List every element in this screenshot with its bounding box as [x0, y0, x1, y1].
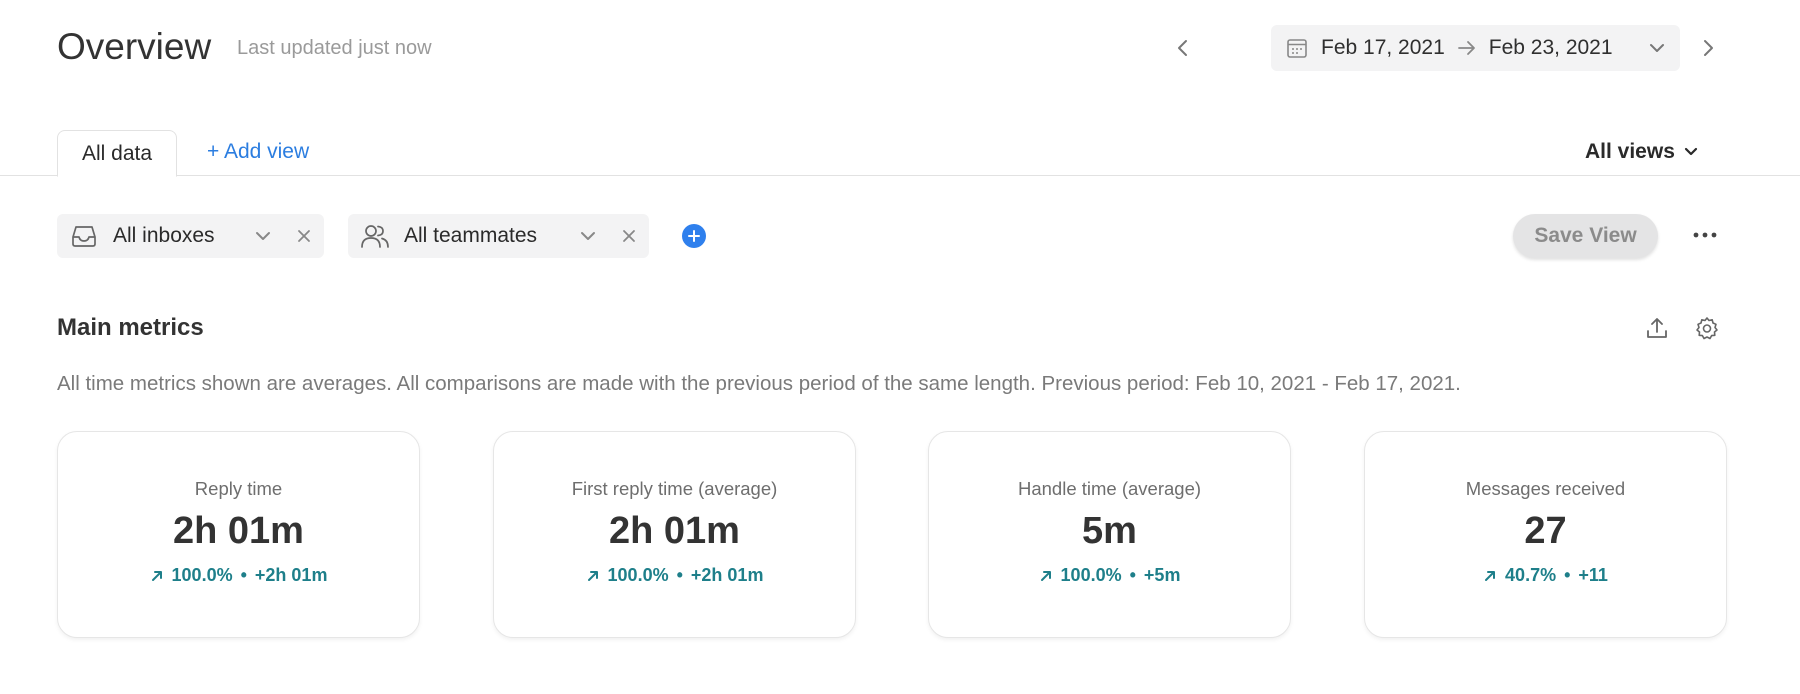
users-icon	[360, 223, 390, 249]
more-options-button[interactable]	[1690, 222, 1720, 248]
metric-separator: •	[1129, 565, 1136, 585]
metric-value: 27	[1524, 510, 1567, 552]
metric-title: Handle time (average)	[1017, 478, 1202, 499]
arrow-right-icon	[1457, 39, 1477, 57]
metric-separator: •	[240, 565, 247, 585]
date-start: Feb 17, 2021	[1321, 36, 1445, 59]
metric-value: 2h 01m	[173, 510, 304, 552]
chevron-down-icon	[1648, 42, 1666, 54]
chevron-down-icon[interactable]	[254, 230, 272, 242]
metric-percent: 100.0%	[171, 565, 233, 585]
metric-card-first-reply-time[interactable]: First reply time (average) 2h 01m 100.0%…	[493, 431, 856, 638]
section-title: Main metrics	[57, 314, 204, 341]
all-views-dropdown[interactable]: All views	[1585, 140, 1699, 164]
metric-value: 5m	[1082, 510, 1137, 552]
export-button[interactable]	[1643, 314, 1671, 342]
metric-percent: 100.0%	[1060, 565, 1122, 585]
metric-percent: 40.7%	[1505, 565, 1557, 585]
date-range-picker[interactable]: Feb 17, 2021 Feb 23, 2021	[1271, 25, 1680, 71]
metric-separator: •	[676, 565, 683, 585]
teammates-filter-label: All teammates	[404, 224, 538, 247]
date-end: Feb 23, 2021	[1488, 36, 1613, 59]
settings-button[interactable]	[1693, 314, 1721, 342]
metric-delta: +2h 01m	[254, 565, 328, 585]
metric-cards: Reply time 2h 01m 100.0% • +2h 01m First…	[57, 431, 1727, 638]
metric-title: First reply time (average)	[571, 478, 778, 499]
more-horizontal-icon	[1693, 232, 1717, 238]
chevron-down-icon	[1684, 147, 1697, 156]
metric-title: Messages received	[1465, 478, 1626, 499]
next-period-button[interactable]	[1693, 30, 1723, 66]
metric-change: 100.0% • +2h 01m	[494, 565, 855, 586]
previous-period-button[interactable]	[1168, 30, 1198, 66]
metric-value: 2h 01m	[609, 510, 740, 552]
metric-card-messages-received[interactable]: Messages received 27 40.7% • +11	[1364, 431, 1727, 638]
inboxes-filter-label: All inboxes	[113, 224, 215, 247]
metric-card-handle-time[interactable]: Handle time (average) 5m 100.0% • +5m	[928, 431, 1291, 638]
section-description: All time metrics shown are averages. All…	[57, 372, 1461, 395]
metric-change: 100.0% • +5m	[929, 565, 1290, 586]
page-title: Overview	[57, 26, 212, 67]
view-tabs: All data + Add view All views	[0, 128, 1800, 177]
inbox-icon	[69, 223, 99, 249]
calendar-icon	[1285, 36, 1309, 60]
plus-circle-icon	[688, 230, 700, 242]
metric-title: Reply time	[194, 478, 283, 499]
metric-card-reply-time[interactable]: Reply time 2h 01m 100.0% • +2h 01m	[57, 431, 420, 638]
metric-change: 40.7% • +11	[1365, 565, 1726, 586]
metric-percent: 100.0%	[607, 565, 669, 585]
metric-delta: +2h 01m	[690, 565, 764, 585]
arrow-up-right-icon	[150, 569, 164, 583]
arrow-up-right-icon	[1039, 569, 1053, 583]
all-views-label: All views	[1585, 140, 1675, 163]
chevron-down-icon[interactable]	[579, 230, 597, 242]
upload-icon	[1647, 318, 1667, 338]
last-updated-text: Last updated just now	[237, 37, 432, 59]
add-view-link[interactable]: + Add view	[207, 140, 309, 164]
inboxes-filter[interactable]: All inboxes	[57, 214, 324, 258]
tab-all-data[interactable]: All data	[57, 130, 177, 177]
add-filter-button[interactable]	[682, 224, 706, 248]
metric-change: 100.0% • +2h 01m	[58, 565, 419, 586]
close-icon[interactable]	[621, 228, 637, 244]
metric-delta: +5m	[1143, 565, 1181, 585]
chevron-left-icon	[1178, 40, 1187, 56]
arrow-up-right-icon	[586, 569, 600, 583]
metric-delta: +11	[1578, 565, 1608, 585]
metric-separator: •	[1564, 565, 1571, 585]
chevron-right-icon	[1704, 40, 1713, 56]
teammates-filter[interactable]: All teammates	[348, 214, 649, 258]
arrow-up-right-icon	[1483, 569, 1497, 583]
gear-icon	[1696, 317, 1718, 340]
close-icon[interactable]	[296, 228, 312, 244]
save-view-button[interactable]: Save View	[1513, 214, 1658, 258]
